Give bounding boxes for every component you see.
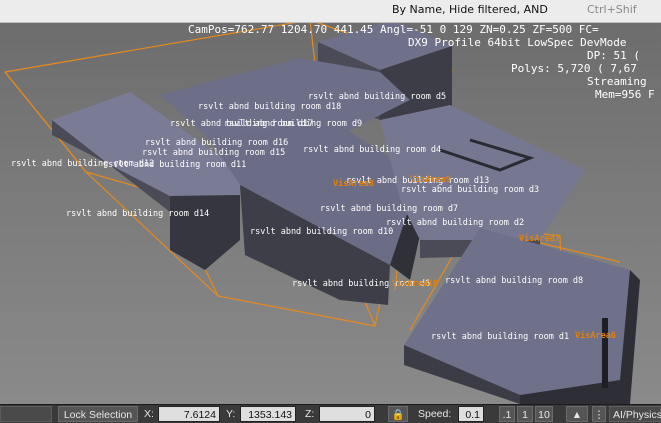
speed-label: Speed: (418, 408, 452, 420)
room-label-d12: rsvlt abnd building room d12 (11, 159, 154, 169)
hud-polys: Polys: 5,720 ( 7,67 (511, 62, 637, 75)
building-block-side (170, 195, 240, 270)
visarea-label: VisArea6 (575, 330, 616, 341)
speed-field[interactable]: 0.1 (458, 406, 484, 422)
room-label-d16: rsvlt abnd building room d16 (145, 138, 288, 148)
z-label: Z: (305, 408, 315, 420)
window-strip (602, 318, 608, 388)
scene-3d: rsvlt abnd building room d5 rsvlt abnd b… (4, 19, 640, 404)
x-label: X: (144, 408, 154, 420)
ai-physics-toggle[interactable]: AI/Physics (609, 406, 661, 422)
visarea-label: VisArea10 (392, 278, 438, 289)
visarea-label: VisArea9 (410, 174, 451, 185)
speed-preset-10[interactable]: 10 (535, 406, 553, 422)
room-label-d18: rsvlt abnd building room d18 (198, 102, 341, 112)
hud-profile: DX9 Profile 64bit LowSpec DevMode (408, 36, 627, 49)
hud-drawcalls: DP: 51 ( (587, 49, 640, 62)
lock-selection-button[interactable]: Lock Selection (58, 406, 138, 422)
room-label-d9: rsvlt abnd building room d9 (224, 119, 362, 129)
filter-shortcut-hint: Ctrl+Shif (587, 3, 637, 16)
room-label-d5: rsvlt abnd building room d5 (308, 92, 446, 102)
y-label: Y: (226, 408, 236, 420)
room-label-d15: rsvlt abnd building room d15 (142, 148, 285, 158)
x-coordinate-field[interactable]: 7.6124 (158, 406, 220, 422)
room-label-d4: rsvlt abnd building room d4 (303, 145, 441, 155)
room-label-d1: rsvlt abnd building room d1 (431, 332, 569, 342)
status-bar: Lock Selection X: 7.6124 Y: 1353.143 Z: … (0, 404, 661, 423)
speed-preset-0.1[interactable]: .1 (499, 406, 515, 422)
status-segment-left (0, 406, 52, 422)
hud-streaming: Streaming (587, 75, 647, 88)
lock-icon[interactable]: 🔒 (388, 406, 408, 422)
visarea-label: VisArea8 (333, 178, 374, 189)
room-label-d3: rsvlt abnd building room d3 (401, 185, 539, 195)
hud-campos: CamPos=762.77 1204.70 441.45 Angl=-51 0 … (188, 23, 599, 36)
filter-bar: By Name, Hide filtered, AND Ctrl+Shif (0, 0, 661, 23)
filter-description[interactable]: By Name, Hide filtered, AND (392, 3, 548, 16)
speed-preset-1[interactable]: 1 (517, 406, 533, 422)
hud-memory: Mem=956 F (595, 88, 655, 101)
z-coordinate-field[interactable]: 0 (319, 406, 375, 422)
room-label-d2: rsvlt abnd building room d2 (386, 218, 524, 228)
visarea-label: VisArea7 (519, 233, 560, 244)
y-coordinate-field[interactable]: 1353.143 (240, 406, 296, 422)
settings-icon[interactable]: ⋮ (592, 406, 606, 422)
room-label-d7: rsvlt abnd building room d7 (320, 204, 458, 214)
viewport[interactable]: rsvlt abnd building room d5 rsvlt abnd b… (0, 0, 661, 404)
room-label-d14: rsvlt abnd building room d14 (66, 209, 209, 219)
terrain-icon[interactable]: ▲ (566, 406, 588, 422)
room-label-d10: rsvlt abnd building room d10 (250, 227, 393, 237)
room-label-d8: rsvlt abnd building room d8 (445, 276, 583, 286)
